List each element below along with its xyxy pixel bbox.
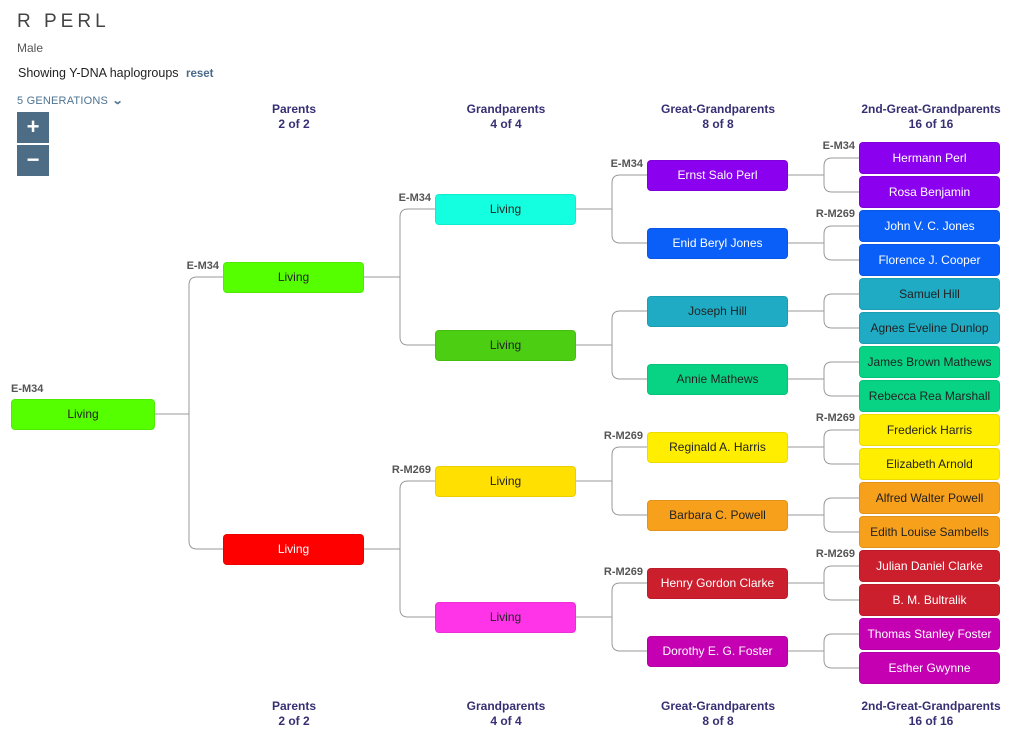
great-grandparent-box[interactable]: Enid Beryl Jones xyxy=(647,227,788,259)
haplogroup-label: R-M269 xyxy=(603,429,643,442)
parent-box[interactable]: Living xyxy=(223,533,364,565)
person-name: John V. C. Jones xyxy=(884,219,975,233)
person-name: Agnes Eveline Dunlop xyxy=(870,321,989,335)
connector-line xyxy=(364,480,435,618)
connector-line xyxy=(788,497,859,533)
2nd-great-grandparent-box[interactable]: Edith Louise Sambells xyxy=(859,516,1000,548)
connector-line xyxy=(788,293,859,329)
2nd-great-grandparent-box[interactable]: Frederick Harris xyxy=(859,414,1000,446)
2nd-great-grandparent-box[interactable]: Rebecca Rea Marshall xyxy=(859,380,1000,412)
person-name: Living xyxy=(67,406,99,421)
2nd-great-grandparent-box[interactable]: B. M. Bultralik xyxy=(859,584,1000,616)
person-name: Joseph Hill xyxy=(688,303,747,318)
person-name: Reginald A. Harris xyxy=(669,439,766,454)
root-person-box[interactable]: Living xyxy=(11,398,155,430)
great-grandparent-box[interactable]: Henry Gordon Clarke xyxy=(647,567,788,599)
person-name: Annie Mathews xyxy=(676,371,759,386)
connector-line xyxy=(576,310,647,380)
person-name: James Brown Mathews xyxy=(867,355,992,369)
person-name: Hermann Perl xyxy=(892,151,967,165)
haplogroup-label: R-M269 xyxy=(815,208,855,220)
great-grandparent-box[interactable]: Joseph Hill xyxy=(647,295,788,327)
person-name: Ernst Salo Perl xyxy=(677,167,758,182)
connector-line xyxy=(155,276,223,550)
haplogroup-label: R-M269 xyxy=(391,463,431,476)
connector-line xyxy=(576,446,647,516)
great-grandparent-box[interactable]: Dorothy E. G. Foster xyxy=(647,635,788,667)
person-name: Rosa Benjamin xyxy=(888,185,971,199)
2nd-great-grandparent-box[interactable]: Rosa Benjamin xyxy=(859,176,1000,208)
2nd-great-grandparent-box[interactable]: Julian Daniel Clarke xyxy=(859,550,1000,582)
great-grandparent-box[interactable]: Barbara C. Powell xyxy=(647,499,788,531)
2nd-great-grandparent-box[interactable]: Florence J. Cooper xyxy=(859,244,1000,276)
connector-line xyxy=(788,157,859,193)
parent-box[interactable]: Living xyxy=(223,261,364,293)
haplogroup-label: R-M269 xyxy=(815,548,855,560)
grandparent-box[interactable]: Living xyxy=(435,601,576,633)
person-name: Dorothy E. G. Foster xyxy=(662,643,773,658)
haplogroup-label: E-M34 xyxy=(186,259,219,272)
connector-line xyxy=(788,225,859,261)
grandparent-box[interactable]: Living xyxy=(435,193,576,225)
person-name: Thomas Stanley Foster xyxy=(867,627,992,641)
connector-line xyxy=(364,208,435,346)
person-name: Samuel Hill xyxy=(899,287,960,301)
person-name: Henry Gordon Clarke xyxy=(660,575,775,590)
connector-line xyxy=(788,565,859,601)
2nd-great-grandparent-box[interactable]: Elizabeth Arnold xyxy=(859,448,1000,480)
person-name: Elizabeth Arnold xyxy=(886,457,973,471)
connector-line xyxy=(576,582,647,652)
haplogroup-label: E-M34 xyxy=(610,157,643,170)
2nd-great-grandparent-box[interactable]: Hermann Perl xyxy=(859,142,1000,174)
2nd-great-grandparent-box[interactable]: Esther Gwynne xyxy=(859,652,1000,684)
haplogroup-label: R-M269 xyxy=(815,412,855,424)
connector-line xyxy=(788,633,859,669)
person-name: Frederick Harris xyxy=(886,423,973,437)
haplogroup-label: R-M269 xyxy=(603,565,643,578)
person-name: Living xyxy=(489,201,522,216)
person-name: Esther Gwynne xyxy=(888,661,971,675)
2nd-great-grandparent-box[interactable]: Agnes Eveline Dunlop xyxy=(859,312,1000,344)
haplogroup-label: E-M34 xyxy=(11,382,44,395)
connector-line xyxy=(576,174,647,244)
great-grandparent-box[interactable]: Annie Mathews xyxy=(647,363,788,395)
2nd-great-grandparent-box[interactable]: James Brown Mathews xyxy=(859,346,1000,378)
great-grandparent-box[interactable]: Reginald A. Harris xyxy=(647,431,788,463)
person-name: Living xyxy=(277,269,310,284)
person-name: Barbara C. Powell xyxy=(669,507,766,522)
person-name: B. M. Bultralik xyxy=(892,593,967,607)
connector-line xyxy=(788,361,859,397)
person-name: Julian Daniel Clarke xyxy=(876,559,983,573)
person-name: Alfred Walter Powell xyxy=(875,491,984,505)
person-name: Enid Beryl Jones xyxy=(672,235,763,250)
grandparent-box[interactable]: Living xyxy=(435,465,576,497)
person-name: Florence J. Cooper xyxy=(878,253,981,267)
2nd-great-grandparent-box[interactable]: Thomas Stanley Foster xyxy=(859,618,1000,650)
grandparent-box[interactable]: Living xyxy=(435,329,576,361)
person-name: Edith Louise Sambells xyxy=(870,525,989,539)
great-grandparent-box[interactable]: Ernst Salo Perl xyxy=(647,159,788,191)
person-name: Living xyxy=(489,337,522,352)
person-name: Living xyxy=(489,609,522,624)
person-name: Living xyxy=(489,473,522,488)
person-name: Living xyxy=(277,541,310,556)
person-name: Rebecca Rea Marshall xyxy=(868,389,991,403)
2nd-great-grandparent-box[interactable]: Samuel Hill xyxy=(859,278,1000,310)
connector-line xyxy=(788,429,859,465)
2nd-great-grandparent-box[interactable]: Alfred Walter Powell xyxy=(859,482,1000,514)
haplogroup-label: E-M34 xyxy=(398,191,431,204)
2nd-great-grandparent-box[interactable]: John V. C. Jones xyxy=(859,210,1000,242)
haplogroup-label: E-M34 xyxy=(822,140,855,152)
